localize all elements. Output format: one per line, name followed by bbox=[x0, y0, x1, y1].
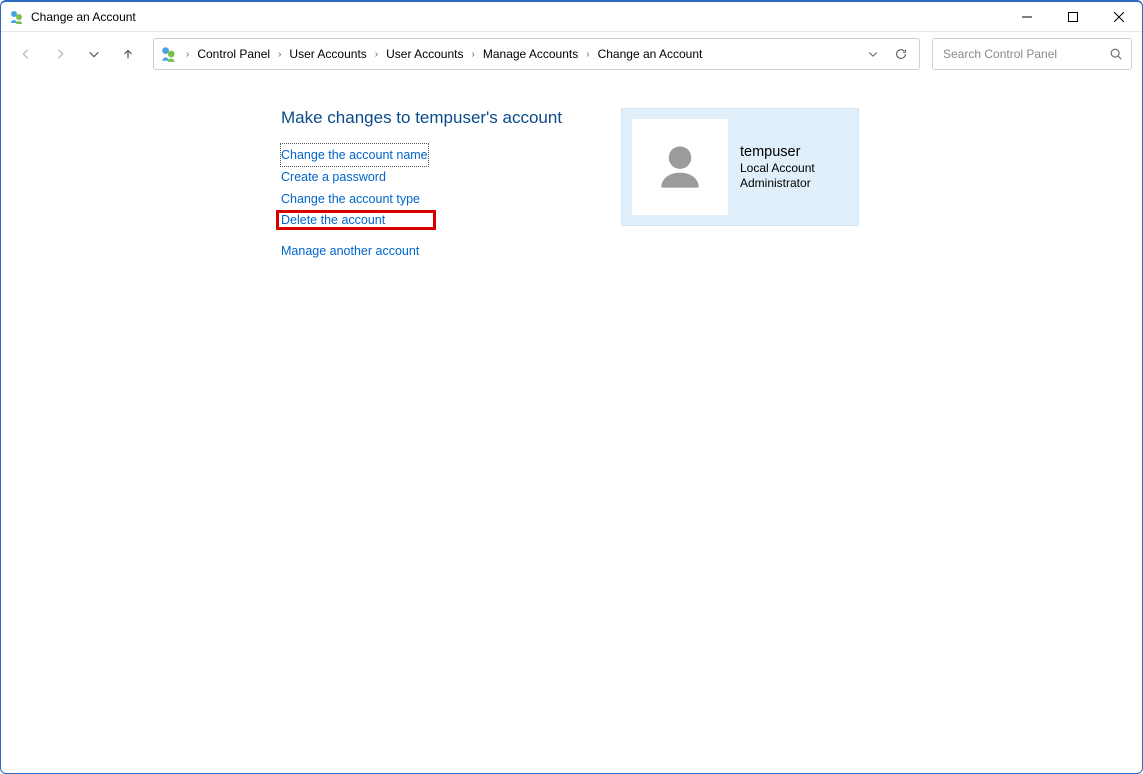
highlight-annotation: Delete the account bbox=[276, 210, 436, 230]
chevron-right-icon[interactable]: › bbox=[472, 49, 475, 60]
up-button[interactable] bbox=[113, 39, 143, 69]
user-icon bbox=[650, 137, 710, 197]
breadcrumb-item[interactable]: Manage Accounts bbox=[479, 45, 582, 63]
user-accounts-icon bbox=[160, 45, 178, 63]
window-controls bbox=[1004, 2, 1142, 31]
maximize-button[interactable] bbox=[1050, 2, 1096, 31]
account-card[interactable]: tempuser Local Account Administrator bbox=[621, 108, 859, 226]
search-box[interactable] bbox=[932, 38, 1132, 70]
user-accounts-icon bbox=[9, 9, 25, 25]
account-type: Local Account bbox=[740, 161, 815, 176]
breadcrumb-item[interactable]: User Accounts bbox=[382, 45, 467, 63]
breadcrumb: › Control Panel › User Accounts › User A… bbox=[182, 45, 859, 63]
close-button[interactable] bbox=[1096, 2, 1142, 31]
chevron-right-icon[interactable]: › bbox=[186, 49, 189, 60]
search-input[interactable] bbox=[941, 46, 1109, 62]
recent-dropdown-button[interactable] bbox=[79, 39, 109, 69]
chevron-right-icon[interactable]: › bbox=[586, 49, 589, 60]
account-name: tempuser bbox=[740, 143, 815, 161]
refresh-button[interactable] bbox=[887, 40, 915, 68]
navigation-bar: › Control Panel › User Accounts › User A… bbox=[1, 32, 1142, 76]
minimize-button[interactable] bbox=[1004, 2, 1050, 31]
manage-another-account-link[interactable]: Manage another account bbox=[281, 240, 419, 262]
breadcrumb-item[interactable]: User Accounts bbox=[285, 45, 370, 63]
change-account-type-link[interactable]: Change the account type bbox=[281, 188, 420, 210]
content-area: Make changes to tempuser's account Chang… bbox=[1, 76, 1142, 773]
actions-column: Make changes to tempuser's account Chang… bbox=[281, 108, 611, 773]
account-column: tempuser Local Account Administrator bbox=[621, 108, 859, 773]
avatar bbox=[632, 119, 728, 215]
search-icon[interactable] bbox=[1109, 47, 1123, 61]
chevron-right-icon[interactable]: › bbox=[278, 49, 281, 60]
change-account-name-link[interactable]: Change the account name bbox=[281, 144, 428, 166]
page-title: Make changes to tempuser's account bbox=[281, 108, 611, 128]
address-dropdown-button[interactable] bbox=[859, 40, 887, 68]
breadcrumb-item[interactable]: Change an Account bbox=[594, 45, 707, 63]
window-frame: Change an Account bbox=[0, 0, 1143, 774]
chevron-right-icon[interactable]: › bbox=[375, 49, 378, 60]
window-title: Change an Account bbox=[31, 10, 136, 24]
delete-account-link[interactable]: Delete the account bbox=[281, 208, 385, 232]
address-bar[interactable]: › Control Panel › User Accounts › User A… bbox=[153, 38, 920, 70]
forward-button[interactable] bbox=[45, 39, 75, 69]
breadcrumb-item[interactable]: Control Panel bbox=[193, 45, 274, 63]
back-button[interactable] bbox=[11, 39, 41, 69]
titlebar: Change an Account bbox=[1, 2, 1142, 32]
account-role: Administrator bbox=[740, 176, 815, 191]
create-password-link[interactable]: Create a password bbox=[281, 166, 386, 188]
